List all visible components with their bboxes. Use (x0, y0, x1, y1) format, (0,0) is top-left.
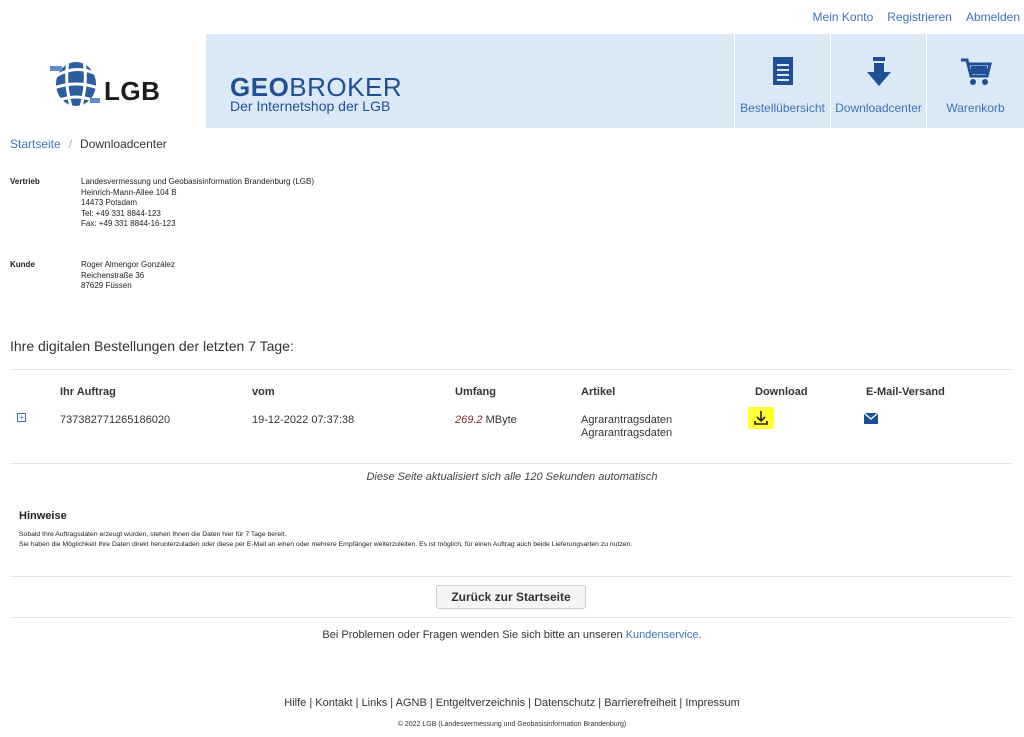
hints-title: Hinweise (19, 510, 67, 522)
footer-separator: | (426, 697, 436, 709)
document-list-icon (772, 57, 793, 85)
footer-separator: | (387, 697, 396, 709)
kunde-address: Roger Almengor González Reichenstraße 36… (81, 260, 481, 292)
column-header-date: vom (252, 386, 275, 398)
expand-row-icon[interactable]: + (17, 413, 26, 422)
footer-separator: | (352, 697, 362, 709)
support-note: Bei Problemen oder Fragen wenden Sie sic… (0, 629, 1024, 641)
nav-cart[interactable]: Warenkorb (926, 34, 1024, 128)
address-line: Heinrich-Mann-Allee 104 B (81, 187, 177, 197)
orders-title: Ihre digitalen Bestellungen der letzten … (10, 338, 294, 354)
vertrieb-label: Vertrieb (10, 177, 40, 186)
envelope-icon (863, 412, 879, 424)
column-header-order: Ihr Auftrag (60, 386, 116, 398)
download-arrow-icon (866, 57, 891, 86)
footer-separator: | (595, 697, 605, 709)
download-button[interactable] (748, 407, 774, 429)
footer-link-accessibility[interactable]: Barrierefreiheit (604, 697, 676, 709)
divider (10, 369, 1012, 370)
back-to-home-button[interactable]: Zurück zur Startseite (436, 585, 586, 609)
address-line: Tel: +49 331 8844-123 (81, 208, 161, 218)
footer-link-contact[interactable]: Kontakt (315, 697, 352, 709)
footer-separator: | (676, 697, 686, 709)
breadcrumb-separator: / (68, 137, 73, 151)
register-link[interactable]: Registrieren (887, 10, 952, 24)
customer-service-link[interactable]: Kundenservice (626, 629, 699, 641)
column-header-article: Artikel (581, 386, 616, 398)
column-header-download: Download (755, 386, 808, 398)
shopping-cart-icon (960, 58, 992, 85)
geobroker-banner: GEOBROKER Der Internetshop der LGB (206, 34, 734, 128)
footer-separator: | (525, 697, 535, 709)
nav-cart-label: Warenkorb (946, 101, 1005, 115)
nav-orders[interactable]: Bestellübersicht (734, 34, 830, 128)
banner-subtitle: Der Internetshop der LGB (230, 98, 391, 114)
breadcrumb-current: Downloadcenter (80, 137, 167, 151)
footer-link-privacy[interactable]: Datenschutz (534, 697, 595, 709)
address-line: 87629 Füssen (81, 281, 132, 290)
column-header-email: E-Mail-Versand (866, 386, 945, 398)
support-text: Bei Problemen oder Fragen wenden Sie sic… (322, 629, 626, 641)
email-send-button[interactable] (863, 412, 879, 424)
support-end: . (698, 629, 702, 641)
footer-link-imprint[interactable]: Impressum (685, 697, 739, 709)
footer-links: Hilfe | Kontakt | Links | AGNB | Entgelt… (0, 697, 1024, 709)
logout-link[interactable]: Abmelden (966, 10, 1020, 24)
nav-downloads-label: Downloadcenter (835, 101, 922, 115)
nav-orders-label: Bestellübersicht (740, 101, 825, 115)
download-icon (754, 411, 768, 425)
footer-separator: | (306, 697, 316, 709)
order-size-value: 269.2 (455, 414, 483, 426)
my-account-link[interactable]: Mein Konto (813, 10, 874, 24)
top-links: Mein Konto Registrieren Abmelden (813, 10, 1020, 24)
header: LGB GEOBROKER Der Internetshop der LGB B… (0, 34, 1024, 128)
address-line: Fax: +49 331 8844-16-123 (81, 219, 176, 228)
order-articles: Agrarantragsdaten Agrarantragsdaten (581, 414, 672, 440)
divider (10, 463, 1012, 464)
address-line: Reichenstraße 36 (81, 270, 145, 280)
breadcrumb-home[interactable]: Startseite (10, 137, 61, 151)
footer-link-agnb[interactable]: AGNB (396, 697, 427, 709)
footer-link-fees[interactable]: Entgeltverzeichnis (436, 697, 525, 709)
lgb-logo-icon (50, 59, 100, 111)
logo-text: LGB (104, 76, 161, 106)
order-article: Agrarantragsdaten (581, 427, 673, 439)
order-date: 19-12-2022 07:37:38 (252, 414, 355, 426)
divider (10, 576, 1012, 577)
address-line: Landesvermessung und Geobasisinformation… (81, 177, 315, 186)
footer-link-help[interactable]: Hilfe (284, 697, 306, 709)
hints-text: Sobald Ihre Auftragsdaten erzeugt wurden… (19, 530, 1009, 550)
hint-line: Sie haben die Möglichkeit Ihre Daten dir… (19, 541, 633, 548)
column-header-size: Umfang (455, 386, 496, 398)
order-size-unit: MByte (485, 414, 517, 426)
footer-link-links[interactable]: Links (362, 697, 388, 709)
order-size: 269.2 MByte (455, 414, 517, 426)
breadcrumb: Startseite / Downloadcenter (10, 137, 167, 151)
nav-downloads[interactable]: Downloadcenter (830, 34, 926, 128)
copyright: © 2022 LGB (Landesvermessung und Geobasi… (397, 721, 627, 728)
order-article: Agrarantragsdaten (581, 414, 673, 426)
address-line: Roger Almengor González (81, 260, 175, 269)
divider (10, 617, 1012, 618)
autorefresh-note: Diese Seite aktualisiert sich alle 120 S… (366, 471, 658, 483)
kunde-label: Kunde (10, 260, 35, 269)
vertrieb-address: Landesvermessung und Geobasisinformation… (81, 177, 481, 230)
order-number: 737382771265186020 (60, 414, 171, 426)
logo[interactable]: LGB (0, 34, 206, 128)
hint-line: Sobald Ihre Auftragsdaten erzeugt wurden… (19, 531, 287, 538)
address-line: 14473 Potsdam (81, 198, 138, 207)
